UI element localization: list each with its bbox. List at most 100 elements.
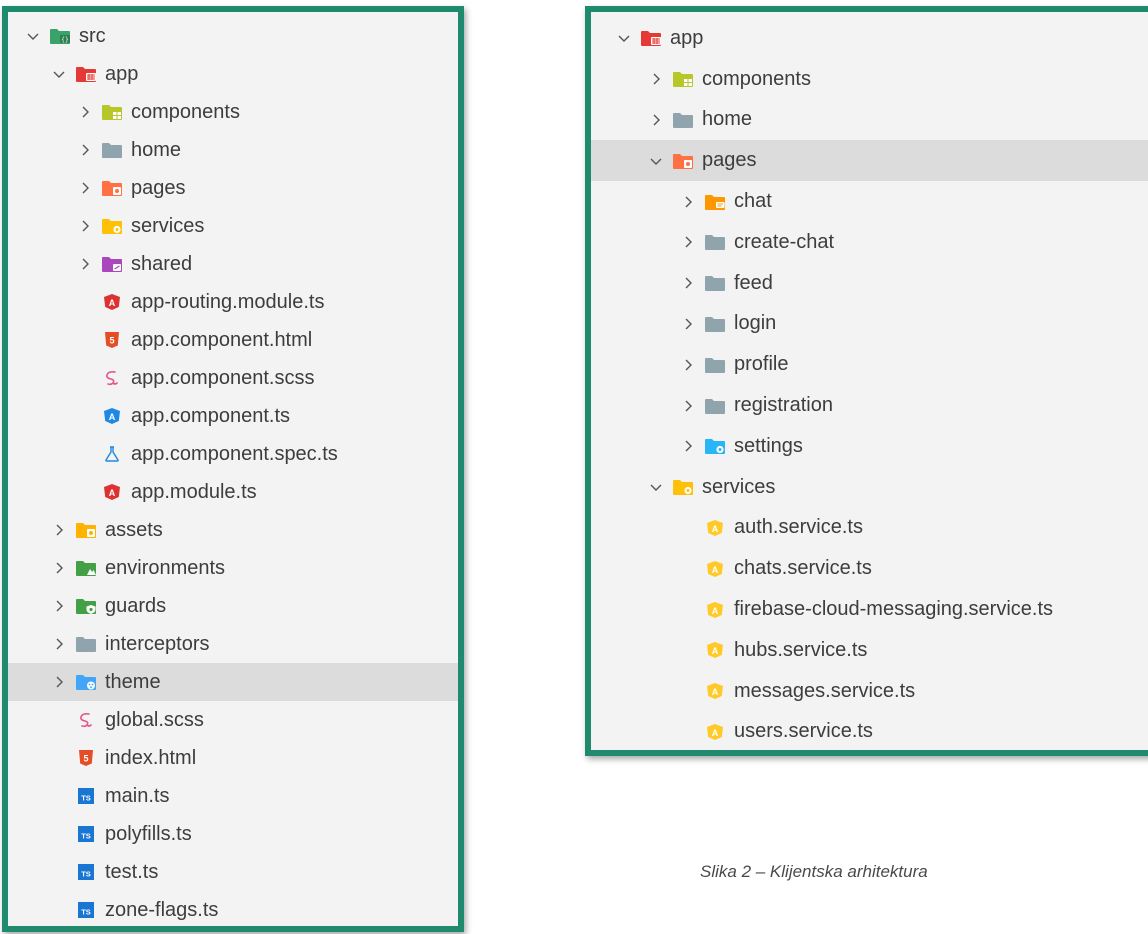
svg-text:TS: TS <box>81 832 91 841</box>
tree-folder-pages[interactable]: pages <box>8 169 458 207</box>
chevron-right-icon[interactable] <box>76 179 94 197</box>
tree-file-app-component-scss[interactable]: app.component.scss <box>8 359 458 397</box>
tree-folder-registration[interactable]: registration <box>591 385 1148 426</box>
tree-item-label: registration <box>734 394 833 417</box>
tree-file-app-component-ts[interactable]: Aapp.component.ts <box>8 397 458 435</box>
components-folder-icon <box>102 104 122 120</box>
tree-file-index-html[interactable]: 5 index.html <box>8 739 458 777</box>
typescript-icon: TS <box>76 902 96 918</box>
tree-item-label: app.component.html <box>131 328 313 351</box>
svg-text:A: A <box>109 412 116 422</box>
tree-file-polyfills-ts[interactable]: TS polyfills.ts <box>8 815 458 853</box>
folder-icon <box>102 142 122 158</box>
svg-text:A: A <box>712 687 719 697</box>
chevron-down-icon[interactable] <box>647 478 665 496</box>
tree-item-label: feed <box>734 271 773 294</box>
tree-file-test-ts[interactable]: TS test.ts <box>8 853 458 891</box>
tree-folder-environments[interactable]: environments <box>8 549 458 587</box>
tree-folder-settings[interactable]: settings <box>591 426 1148 467</box>
tree-folder-app[interactable]: app <box>8 55 458 93</box>
chevron-right-icon[interactable] <box>76 255 94 273</box>
chevron-right-icon[interactable] <box>679 356 697 374</box>
tree-folder-create-chat[interactable]: create-chat <box>591 222 1148 263</box>
tree-folder-shared[interactable]: shared <box>8 245 458 283</box>
chevron-right-icon[interactable] <box>679 193 697 211</box>
angular-service-icon: A <box>705 683 725 700</box>
tree-folder-interceptors[interactable]: interceptors <box>8 625 458 663</box>
chevron-right-icon[interactable] <box>76 217 94 235</box>
tree-file-app-component-html[interactable]: 5 app.component.html <box>8 321 458 359</box>
tree-folder-services[interactable]: services <box>591 467 1148 508</box>
left-explorer-panel: {} src app components home pages services share… <box>2 6 464 932</box>
tree-file-hubs-service-ts[interactable]: Ahubs.service.ts <box>591 630 1148 671</box>
tree-folder-pages[interactable]: pages <box>591 140 1148 182</box>
tree-item-label: firebase-cloud-messaging.service.ts <box>734 598 1054 621</box>
chevron-right-icon[interactable] <box>50 559 68 577</box>
tree-file-messages-service-ts[interactable]: Amessages.service.ts <box>591 671 1148 712</box>
tree-file-firebase-cloud-messaging-service-ts[interactable]: Afirebase-cloud-messaging.service.ts <box>591 589 1148 630</box>
chevron-down-icon[interactable] <box>615 29 633 47</box>
folder-icon <box>76 636 96 652</box>
shared-folder-icon <box>102 256 122 272</box>
tree-folder-home[interactable]: home <box>591 100 1148 141</box>
chevron-down-icon[interactable] <box>647 152 665 170</box>
chevron-right-icon[interactable] <box>647 70 665 88</box>
chevron-right-icon[interactable] <box>50 597 68 615</box>
tree-file-auth-service-ts[interactable]: Aauth.service.ts <box>591 508 1148 549</box>
folder-icon <box>705 357 725 373</box>
chevron-right-icon[interactable] <box>679 397 697 415</box>
tree-file-app-routing-module-ts[interactable]: Aapp-routing.module.ts <box>8 283 458 321</box>
tree-item-label: chats.service.ts <box>734 557 872 580</box>
tree-file-app-component-spec-ts[interactable]: app.component.spec.ts <box>8 435 458 473</box>
typescript-icon: TS <box>76 826 96 842</box>
chevron-right-icon[interactable] <box>50 521 68 539</box>
chevron-down-icon[interactable] <box>50 65 68 83</box>
tree-item-label: polyfills.ts <box>105 822 192 845</box>
folder-icon <box>705 316 725 332</box>
chevron-down-icon[interactable] <box>24 27 42 45</box>
folder-icon <box>705 398 725 414</box>
angular-service-icon: A <box>705 723 725 740</box>
tree-item-label: test.ts <box>105 860 159 883</box>
tree-file-global-scss[interactable]: global.scss <box>8 701 458 739</box>
pages-folder-icon <box>76 522 96 538</box>
tree-file-main-ts[interactable]: TS main.ts <box>8 777 458 815</box>
typescript-icon: TS <box>76 864 96 880</box>
tree-folder-profile[interactable]: profile <box>591 344 1148 385</box>
tree-folder-theme[interactable]: theme <box>8 663 458 701</box>
chevron-right-icon[interactable] <box>679 233 697 251</box>
tree-folder-components[interactable]: components <box>591 59 1148 100</box>
chevron-right-icon[interactable] <box>679 437 697 455</box>
tree-file-users-service-ts[interactable]: Ausers.service.ts <box>591 712 1148 750</box>
tree-file-zone-flags-ts[interactable]: TS zone-flags.ts <box>8 891 458 926</box>
chevron-right-icon[interactable] <box>76 103 94 121</box>
left-file-tree: {} src app components home pages services share… <box>8 12 458 926</box>
chevron-right-icon[interactable] <box>679 315 697 333</box>
chevron-right-icon[interactable] <box>50 635 68 653</box>
tree-folder-assets[interactable]: assets <box>8 511 458 549</box>
guard-folder-icon <box>76 598 96 614</box>
tree-folder-services[interactable]: services <box>8 207 458 245</box>
chevron-right-icon[interactable] <box>679 274 697 292</box>
tree-file-chats-service-ts[interactable]: Achats.service.ts <box>591 548 1148 589</box>
services-folder-icon <box>673 479 693 496</box>
tree-folder-home[interactable]: home <box>8 131 458 169</box>
angular-blue-icon: A <box>102 408 122 424</box>
tree-file-app-module-ts[interactable]: Aapp.module.ts <box>8 473 458 511</box>
tree-folder-chat[interactable]: chat <box>591 181 1148 222</box>
tree-item-label: messages.service.ts <box>734 679 916 702</box>
app-folder-icon <box>641 30 661 47</box>
tree-item-label: auth.service.ts <box>734 516 863 539</box>
tree-folder-login[interactable]: login <box>591 304 1148 345</box>
pages-folder-icon <box>673 153 693 169</box>
tree-folder-guards[interactable]: guards <box>8 587 458 625</box>
chevron-right-icon[interactable] <box>76 141 94 159</box>
chevron-right-icon[interactable] <box>647 111 665 129</box>
tree-folder-components[interactable]: components <box>8 93 458 131</box>
tree-item-label: assets <box>105 518 163 541</box>
tree-folder-app[interactable]: app <box>591 18 1148 59</box>
chevron-right-icon[interactable] <box>50 673 68 691</box>
svg-text:5: 5 <box>83 754 88 764</box>
tree-folder-src[interactable]: {} src <box>8 17 458 55</box>
tree-folder-feed[interactable]: feed <box>591 263 1148 304</box>
